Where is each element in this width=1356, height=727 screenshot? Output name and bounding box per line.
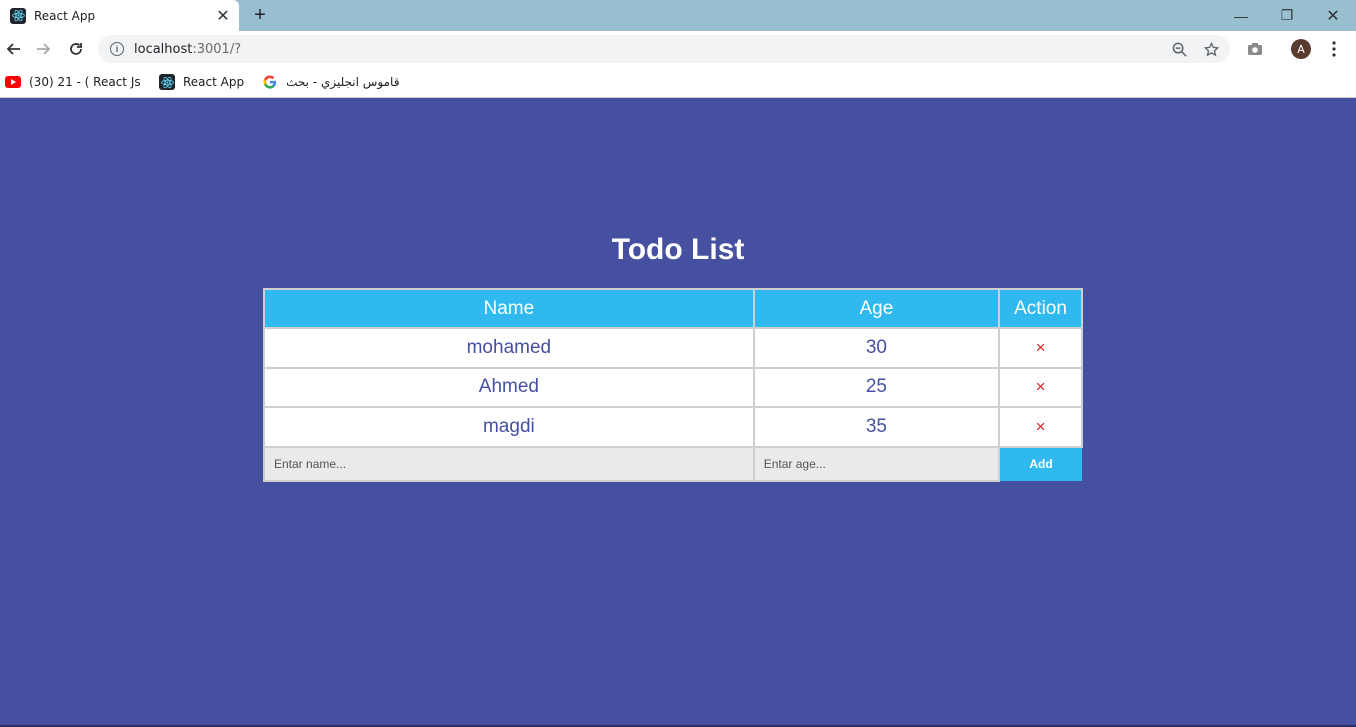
tab-strip: React App ✕ + — ❐ ✕ [0,0,1356,31]
delete-icon[interactable]: × [998,327,1083,369]
app-page: Todo List Name Age Action mohamed 30 × A… [0,99,1356,727]
bookmarks-bar: (30) 21 - ( React Js Tu React App قاموس … [0,67,1356,98]
todo-table: Name Age Action mohamed 30 × Ahmed 25 × … [263,288,1083,482]
tab-title: React App [34,8,96,23]
page-title: Todo List [611,233,745,266]
name-input[interactable] [265,447,753,480]
url-text: localhost:3001/? [134,41,242,57]
bookmark-item-youtube[interactable]: (30) 21 - ( React Js Tu [5,75,141,89]
browser-toolbar: i localhost:3001/? A [0,31,1356,67]
back-icon[interactable] [0,36,26,62]
table-row: Ahmed 25 × [263,366,1083,408]
add-button[interactable]: Add [1000,447,1082,481]
google-icon [262,74,278,90]
close-tab-icon[interactable]: ✕ [213,6,233,26]
react-icon [10,7,26,24]
add-row: Add [263,445,1082,482]
window-close-icon[interactable]: ✕ [1310,0,1356,31]
forward-icon[interactable] [31,36,57,62]
react-icon [159,74,175,90]
bookmark-item-dictionary[interactable]: قاموس انجليزي - بحث [262,74,399,90]
row-age: 25 [752,366,1001,408]
zoom-icon[interactable] [1166,36,1192,62]
browser-tab[interactable]: React App ✕ [0,0,239,31]
column-header-name: Name [263,288,755,329]
name-input-cell [263,445,755,482]
add-button-cell: Add [999,446,1082,481]
camera-icon[interactable] [1242,36,1268,62]
column-header-action: Action [998,288,1083,329]
address-bar[interactable]: i localhost:3001/? [98,35,1230,63]
delete-icon[interactable]: × [998,366,1083,408]
reload-icon[interactable] [63,36,89,62]
age-input-cell [752,445,1001,482]
age-input[interactable] [754,447,999,480]
row-name: magdi [263,406,755,448]
restore-icon[interactable]: ❐ [1264,0,1310,31]
site-info-icon[interactable]: i [110,42,124,56]
menu-icon[interactable] [1321,36,1347,62]
delete-icon[interactable]: × [998,406,1083,448]
column-header-age: Age [752,288,1001,329]
row-age: 30 [752,327,1001,369]
row-name: mohamed [263,327,755,369]
row-age: 35 [752,406,1001,448]
new-tab-icon[interactable]: + [249,4,271,26]
bookmark-item-react-app[interactable]: React App [159,74,244,90]
table-row: mohamed 30 × [263,327,1083,369]
table-header-row: Name Age Action [263,288,1083,329]
minimize-icon[interactable]: — [1218,0,1264,31]
bookmark-star-icon[interactable] [1198,36,1224,62]
row-name: Ahmed [263,366,755,408]
table-row: magdi 35 × [263,406,1083,448]
profile-avatar[interactable]: A [1288,36,1314,62]
youtube-icon [5,76,21,88]
